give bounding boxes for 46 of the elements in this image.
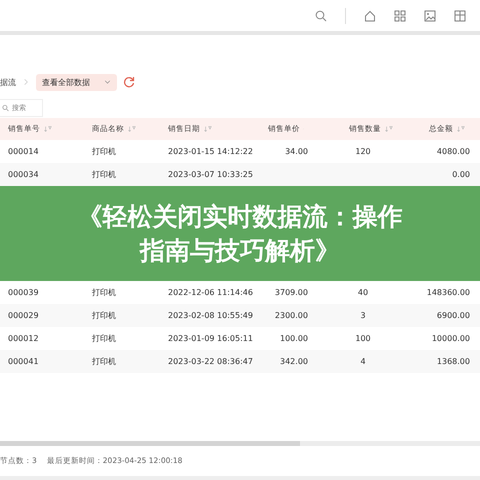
table-cell-text: 打印机 bbox=[91, 333, 117, 344]
table-cell-text: 40 bbox=[356, 288, 370, 297]
table-cell-text: 000034 bbox=[7, 170, 40, 179]
table-cell-text: 4 bbox=[359, 357, 367, 366]
table-cell-text: 000012 bbox=[7, 334, 40, 343]
banner-title: 《轻松关闭实时数据流：操作 bbox=[78, 200, 402, 232]
home-icon[interactable] bbox=[364, 10, 376, 22]
table-cell-text: 000039 bbox=[7, 288, 40, 297]
table-cell-text: 打印机 bbox=[91, 356, 117, 367]
table-cell-text: 打印机 bbox=[91, 287, 117, 298]
table-cell-text: 2300.00 bbox=[274, 311, 309, 320]
table-cell-text: 2023-01-09 16:05:11 bbox=[167, 334, 254, 343]
table-cell-text: 打印机 bbox=[91, 310, 117, 321]
table-cell-text: 0.00 bbox=[451, 170, 471, 179]
table-cell-text: 2023-01-15 14:12:22 bbox=[167, 147, 254, 156]
scrollbar-thumb[interactable] bbox=[0, 441, 300, 446]
table-cell-text: 2023-03-22 08:36:47 bbox=[167, 357, 254, 366]
table-cell-text: 34.00 bbox=[284, 147, 309, 156]
table-cell-text: 2023-03-07 10:33:25 bbox=[167, 170, 254, 179]
table-cell-text: 342.00 bbox=[279, 357, 309, 366]
search-icon bbox=[2, 102, 9, 114]
table-cell-text: 148360.00 bbox=[426, 288, 471, 297]
table-cell-text: 120 bbox=[354, 147, 372, 156]
table-cell-text: 100 bbox=[354, 334, 372, 343]
table-cell-text: 2022-12-06 11:14:46 bbox=[167, 288, 254, 297]
layout-icon[interactable] bbox=[454, 10, 466, 22]
table-cell-text: 1368.00 bbox=[436, 357, 471, 366]
table-cell-text: 10000.00 bbox=[430, 334, 471, 343]
refresh-icon[interactable] bbox=[123, 76, 135, 88]
table-cell-text: 3709.00 bbox=[274, 288, 309, 297]
breadcrumb-item[interactable]: 据流 bbox=[0, 76, 16, 88]
view-dropdown[interactable]: 查看全部数据 bbox=[36, 74, 117, 90]
table-cell-text: 000041 bbox=[7, 357, 40, 366]
table-cell-text: 100.00 bbox=[279, 334, 309, 343]
table-cell-text: 6900.00 bbox=[436, 311, 471, 320]
table-cell-text: 打印机 bbox=[91, 169, 117, 180]
table-cell-text: 打印机 bbox=[91, 146, 117, 157]
table-cell-text: 000014 bbox=[7, 147, 40, 156]
table-cell-text: 2023-02-08 10:55:49 bbox=[167, 311, 254, 320]
table-cell-text: 4080.00 bbox=[436, 147, 471, 156]
banner-title: 指南与技巧解析》 bbox=[140, 234, 340, 266]
image-icon[interactable] bbox=[424, 10, 436, 22]
grid-icon[interactable] bbox=[394, 10, 406, 22]
search-icon[interactable] bbox=[315, 10, 327, 22]
table-cell-text: 3 bbox=[359, 311, 367, 320]
table-cell-text: 000029 bbox=[7, 311, 40, 320]
